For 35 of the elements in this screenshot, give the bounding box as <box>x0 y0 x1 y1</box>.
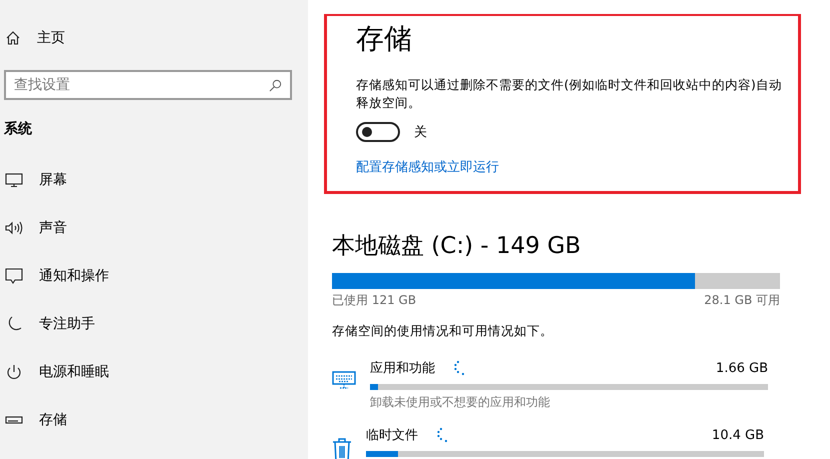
sidebar-item[interactable]: 声音 <box>0 216 308 240</box>
power-icon <box>5 364 23 380</box>
category-size: 10.4 GB <box>712 428 764 442</box>
sidebar-item[interactable]: 通知和操作 <box>0 264 308 288</box>
description-text: 存储感知可以通过删除不需要的文件(例如临时文件和回收站中的内容)自动释放空间。 <box>356 76 783 112</box>
disk-title: 本地磁盘 (C:) - 149 GB <box>332 232 582 261</box>
search-field[interactable]: 查找设置 <box>4 70 292 100</box>
keyboard-monitor-icon <box>332 370 356 390</box>
toggle-switch[interactable] <box>356 122 400 142</box>
home-link[interactable]: 主页 <box>0 26 308 50</box>
used-label: 已使用 121 GB <box>332 292 416 309</box>
sidebar-item[interactable]: 电源和睡眠 <box>0 360 308 384</box>
page-title: 存储 <box>356 21 413 57</box>
trash-icon <box>332 437 352 459</box>
toggle-label: 关 <box>414 124 427 141</box>
section-heading: 系统 <box>4 120 33 139</box>
category-name: 应用和功能 <box>370 360 435 377</box>
sidebar-item[interactable]: 存储 <box>0 408 308 432</box>
loading-spinner-icon <box>453 360 465 376</box>
monitor-icon <box>5 172 23 188</box>
speaker-icon <box>5 220 23 236</box>
home-icon <box>5 30 21 46</box>
speech-bubble-icon <box>5 268 23 284</box>
summary-text: 存储空间的使用情况和可用情况如下。 <box>332 323 554 340</box>
loading-spinner-icon <box>436 427 448 443</box>
sidebar-item[interactable]: 专注助手 <box>0 312 308 336</box>
category-description: 卸载未使用或不想要的应用和功能 <box>370 394 551 411</box>
configure-link[interactable]: 配置存储感知或立即运行 <box>356 158 499 176</box>
category-size: 1.66 GB <box>716 360 768 376</box>
storage-category[interactable]: 应用和功能 1.66 GB 卸载未使用或不想要的应用和功能 <box>332 358 830 411</box>
category-name: 临时文件 <box>366 427 418 444</box>
search-icon <box>269 79 282 92</box>
storage-category[interactable]: 临时文件 10.4 GB <box>332 425 830 459</box>
sidebar-item[interactable]: 屏幕 <box>0 168 308 192</box>
free-label: 28.1 GB 可用 <box>704 292 780 309</box>
